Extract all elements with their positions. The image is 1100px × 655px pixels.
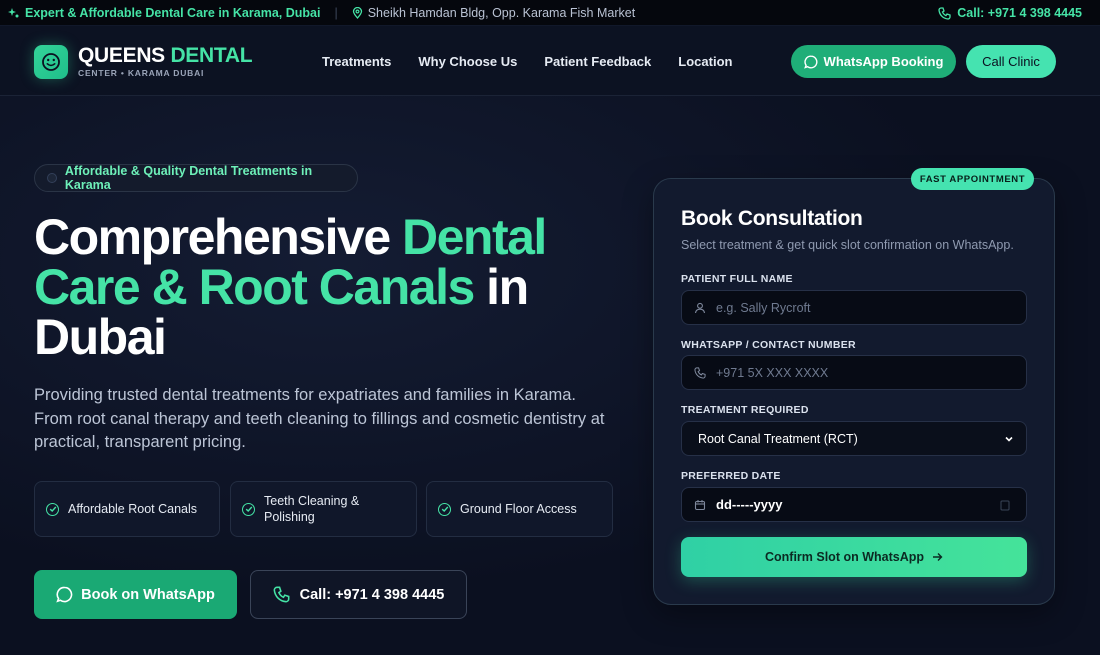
feature-card-root-canals: Affordable Root Canals — [34, 481, 220, 537]
calendar-icon — [694, 499, 706, 511]
whatsapp-icon — [56, 586, 73, 603]
feature-label: Affordable Root Canals — [68, 502, 198, 516]
hero-pill-text: Affordable & Quality Dental Treatments i… — [64, 164, 313, 192]
hero-description: Providing trusted dental treatments for … — [34, 386, 605, 451]
nav-link-why-choose-us[interactable]: Why Choose Us — [418, 54, 517, 69]
phone-icon — [694, 366, 706, 379]
brand-name-main: QUEENS — [78, 44, 165, 67]
phone-icon — [938, 6, 951, 20]
treatment-select[interactable]: Root Canal Treatment (RCT) — [681, 421, 1027, 456]
confirm-slot-button[interactable]: Confirm Slot on WhatsApp — [681, 537, 1027, 577]
user-icon — [694, 302, 706, 314]
whatsapp-booking-button[interactable]: WhatsApp Booking — [791, 45, 956, 78]
clinic-address: Sheikh Hamdan Bldg, Opp. Karama Fish Mar… — [352, 6, 635, 20]
tagline: Expert & Affordable Dental Care in Karam… — [8, 6, 320, 20]
phone-icon — [273, 586, 290, 603]
sparkle-icon — [8, 7, 20, 19]
fast-appointment-badge: FAST APPOINTMENT — [911, 168, 1034, 190]
main-navbar: QUEENS DENTAL CENTER • KARAMA DUBAI Trea… — [0, 26, 1100, 96]
preferred-date-value: dd-----yyyy — [716, 497, 783, 512]
patient-name-input[interactable] — [716, 300, 996, 315]
brand-name-accent: DENTAL — [170, 44, 253, 67]
preferred-date-label: PREFERRED DATE — [681, 470, 781, 482]
call-phone-label: Call: +971 4 398 4445 — [299, 586, 445, 603]
form-subtitle: Select treatment & get quick slot confir… — [681, 238, 1014, 252]
contact-number-field[interactable] — [681, 355, 1027, 390]
pill-dot-icon — [47, 173, 57, 183]
patient-name-label: PATIENT FULL NAME — [681, 273, 793, 285]
feature-label: Teeth Cleaning & Polishing — [264, 494, 360, 524]
nav-links: Treatments Why Choose Us Patient Feedbac… — [322, 26, 732, 96]
top-info-bar: Expert & Affordable Dental Care in Karam… — [0, 0, 1100, 26]
tagline-text: Expert & Affordable Dental Care in Karam… — [25, 6, 321, 20]
treatment-label: TREATMENT REQUIRED — [681, 404, 809, 416]
brand-name: QUEENS DENTAL — [78, 44, 253, 67]
contact-number-label: WHATSAPP / CONTACT NUMBER — [681, 339, 856, 351]
brand-logo[interactable]: QUEENS DENTAL CENTER • KARAMA DUBAI — [78, 44, 253, 79]
top-info-left: Expert & Affordable Dental Care in Karam… — [8, 0, 635, 26]
map-pin-icon — [352, 7, 363, 19]
book-on-whatsapp-button[interactable]: Book on WhatsApp — [34, 570, 237, 619]
check-circle-icon — [438, 502, 451, 516]
chevron-down-icon — [1004, 434, 1014, 444]
feature-card-ground-floor: Ground Floor Access — [426, 481, 613, 537]
call-clinic-button[interactable]: Call Clinic — [966, 45, 1056, 78]
topbar-separator: | — [334, 6, 338, 20]
arrow-right-icon — [932, 552, 943, 562]
nav-link-location[interactable]: Location — [678, 54, 732, 69]
topbar-phone-text: Call: +971 4 398 4445 — [957, 6, 1082, 20]
nav-link-patient-feedback[interactable]: Patient Feedback — [544, 54, 651, 69]
hero-title: Comprehensive Dental Care & Root Canals … — [34, 212, 634, 362]
feature-card-teeth-cleaning: Teeth Cleaning & Polishing — [230, 481, 417, 537]
call-phone-button[interactable]: Call: +971 4 398 4445 — [250, 570, 467, 619]
nav-link-treatments[interactable]: Treatments — [322, 54, 391, 69]
feature-label: Ground Floor Access — [460, 502, 577, 516]
check-circle-icon — [242, 502, 255, 516]
smile-icon — [41, 52, 61, 72]
patient-name-field[interactable] — [681, 290, 1027, 325]
calendar-picker-icon[interactable] — [1000, 499, 1010, 511]
whatsapp-icon — [803, 54, 818, 69]
check-circle-icon — [46, 502, 59, 516]
topbar-phone-link[interactable]: Call: +971 4 398 4445 — [938, 0, 1082, 26]
contact-number-input[interactable] — [716, 365, 996, 380]
whatsapp-booking-label: WhatsApp Booking — [823, 54, 944, 69]
clinic-address-text: Sheikh Hamdan Bldg, Opp. Karama Fish Mar… — [367, 6, 636, 20]
confirm-slot-label: Confirm Slot on WhatsApp — [764, 550, 924, 564]
brand-subtitle: CENTER • KARAMA DUBAI — [78, 68, 205, 78]
logo-mark[interactable] — [34, 45, 68, 79]
hero-title-part-1: Comprehensive — [34, 209, 403, 265]
hero-pill-badge: Affordable & Quality Dental Treatments i… — [34, 164, 358, 192]
preferred-date-field[interactable]: dd-----yyyy — [681, 487, 1027, 522]
form-title: Book Consultation — [681, 207, 863, 230]
treatment-selected-value: Root Canal Treatment (RCT) — [698, 431, 858, 446]
book-on-whatsapp-label: Book on WhatsApp — [81, 586, 215, 603]
